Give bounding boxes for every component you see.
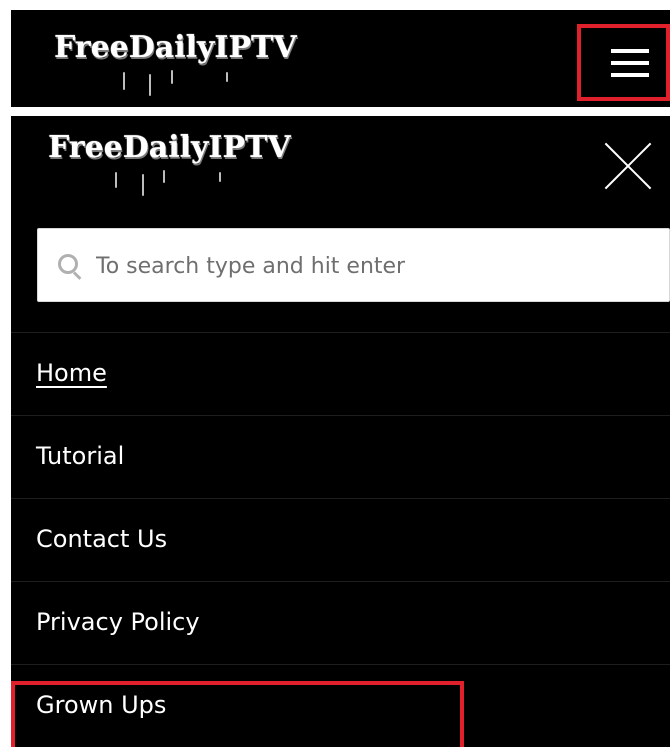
menu-link-contact[interactable]: Contact Us (36, 525, 167, 553)
search-icon (58, 254, 78, 274)
logo-drip (171, 70, 173, 84)
logo-drip (163, 170, 165, 183)
close-icon[interactable] (604, 142, 652, 190)
site-header: FreeDailyIPTV (11, 10, 670, 107)
menu-item-tutorial: Tutorial (11, 415, 670, 498)
menu-item-home: Home (11, 332, 670, 415)
logo-drip (219, 172, 221, 182)
logo-drip (149, 74, 151, 96)
mobile-nav-drawer: FreeDailyIPTV Home Tutorial Contact Us P… (11, 116, 670, 747)
site-logo[interactable]: FreeDailyIPTV (54, 30, 297, 65)
menu-item-privacy: Privacy Policy (11, 581, 670, 664)
menu-item-contact: Contact Us (11, 498, 670, 581)
search-box (37, 228, 670, 302)
logo-drip (226, 72, 228, 82)
menu-link-tutorial[interactable]: Tutorial (36, 442, 124, 470)
logo-drip (123, 72, 125, 90)
menu-toggle-button[interactable] (577, 24, 670, 101)
menu-link-grown-ups[interactable]: Grown Ups (36, 691, 166, 719)
search-input[interactable] (94, 247, 658, 285)
menu-link-home[interactable]: Home (36, 359, 107, 387)
nav-menu: Home Tutorial Contact Us Privacy Policy … (11, 332, 670, 747)
menu-link-privacy[interactable]: Privacy Policy (36, 608, 200, 636)
drawer-logo[interactable]: FreeDailyIPTV (48, 130, 291, 165)
menu-item-grown-ups: Grown Ups (11, 664, 670, 747)
logo-drip (142, 174, 144, 196)
logo-drip (115, 172, 117, 188)
